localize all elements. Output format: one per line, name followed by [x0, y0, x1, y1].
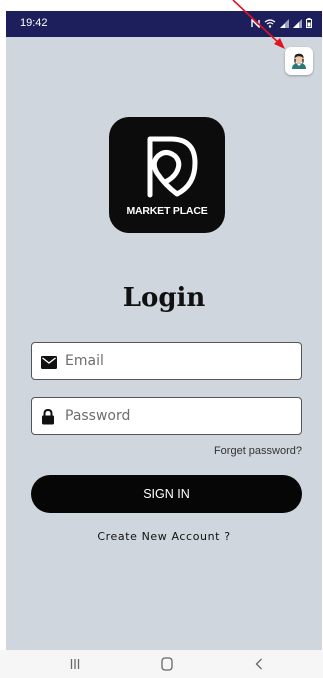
profile-button[interactable] — [285, 47, 313, 75]
sign-in-button[interactable]: SIGN IN — [31, 475, 302, 513]
app-screen: 19:42 MARKET PLACE Login Email Forget pa… — [6, 11, 322, 650]
location-pin-d-icon — [147, 136, 198, 198]
nfc-icon — [251, 18, 260, 28]
forgot-password-link[interactable]: Forget password? — [214, 445, 302, 457]
recents-icon[interactable] — [63, 656, 87, 672]
signal-icon — [280, 18, 289, 28]
logo-text: MARKET PLACE — [126, 205, 208, 217]
password-input[interactable] — [65, 398, 295, 434]
app-logo: MARKET PLACE — [109, 117, 225, 233]
create-account-link[interactable]: Create New Account ? — [6, 530, 322, 543]
status-bar: 19:42 — [6, 11, 322, 37]
battery-icon — [306, 18, 312, 28]
home-icon[interactable] — [155, 656, 179, 672]
back-icon[interactable] — [247, 656, 271, 672]
wifi-icon — [264, 18, 276, 28]
page-title: Login — [122, 283, 206, 313]
email-field[interactable] — [31, 342, 302, 380]
email-input[interactable] — [65, 343, 295, 379]
status-icons — [251, 18, 312, 28]
password-field[interactable] — [31, 397, 302, 435]
status-time: 19:42 — [20, 17, 48, 29]
system-nav-bar — [0, 650, 323, 678]
signal-icon — [293, 18, 302, 28]
lock-icon — [41, 408, 55, 429]
envelope-icon — [41, 354, 57, 373]
user-avatar-icon — [292, 53, 306, 69]
